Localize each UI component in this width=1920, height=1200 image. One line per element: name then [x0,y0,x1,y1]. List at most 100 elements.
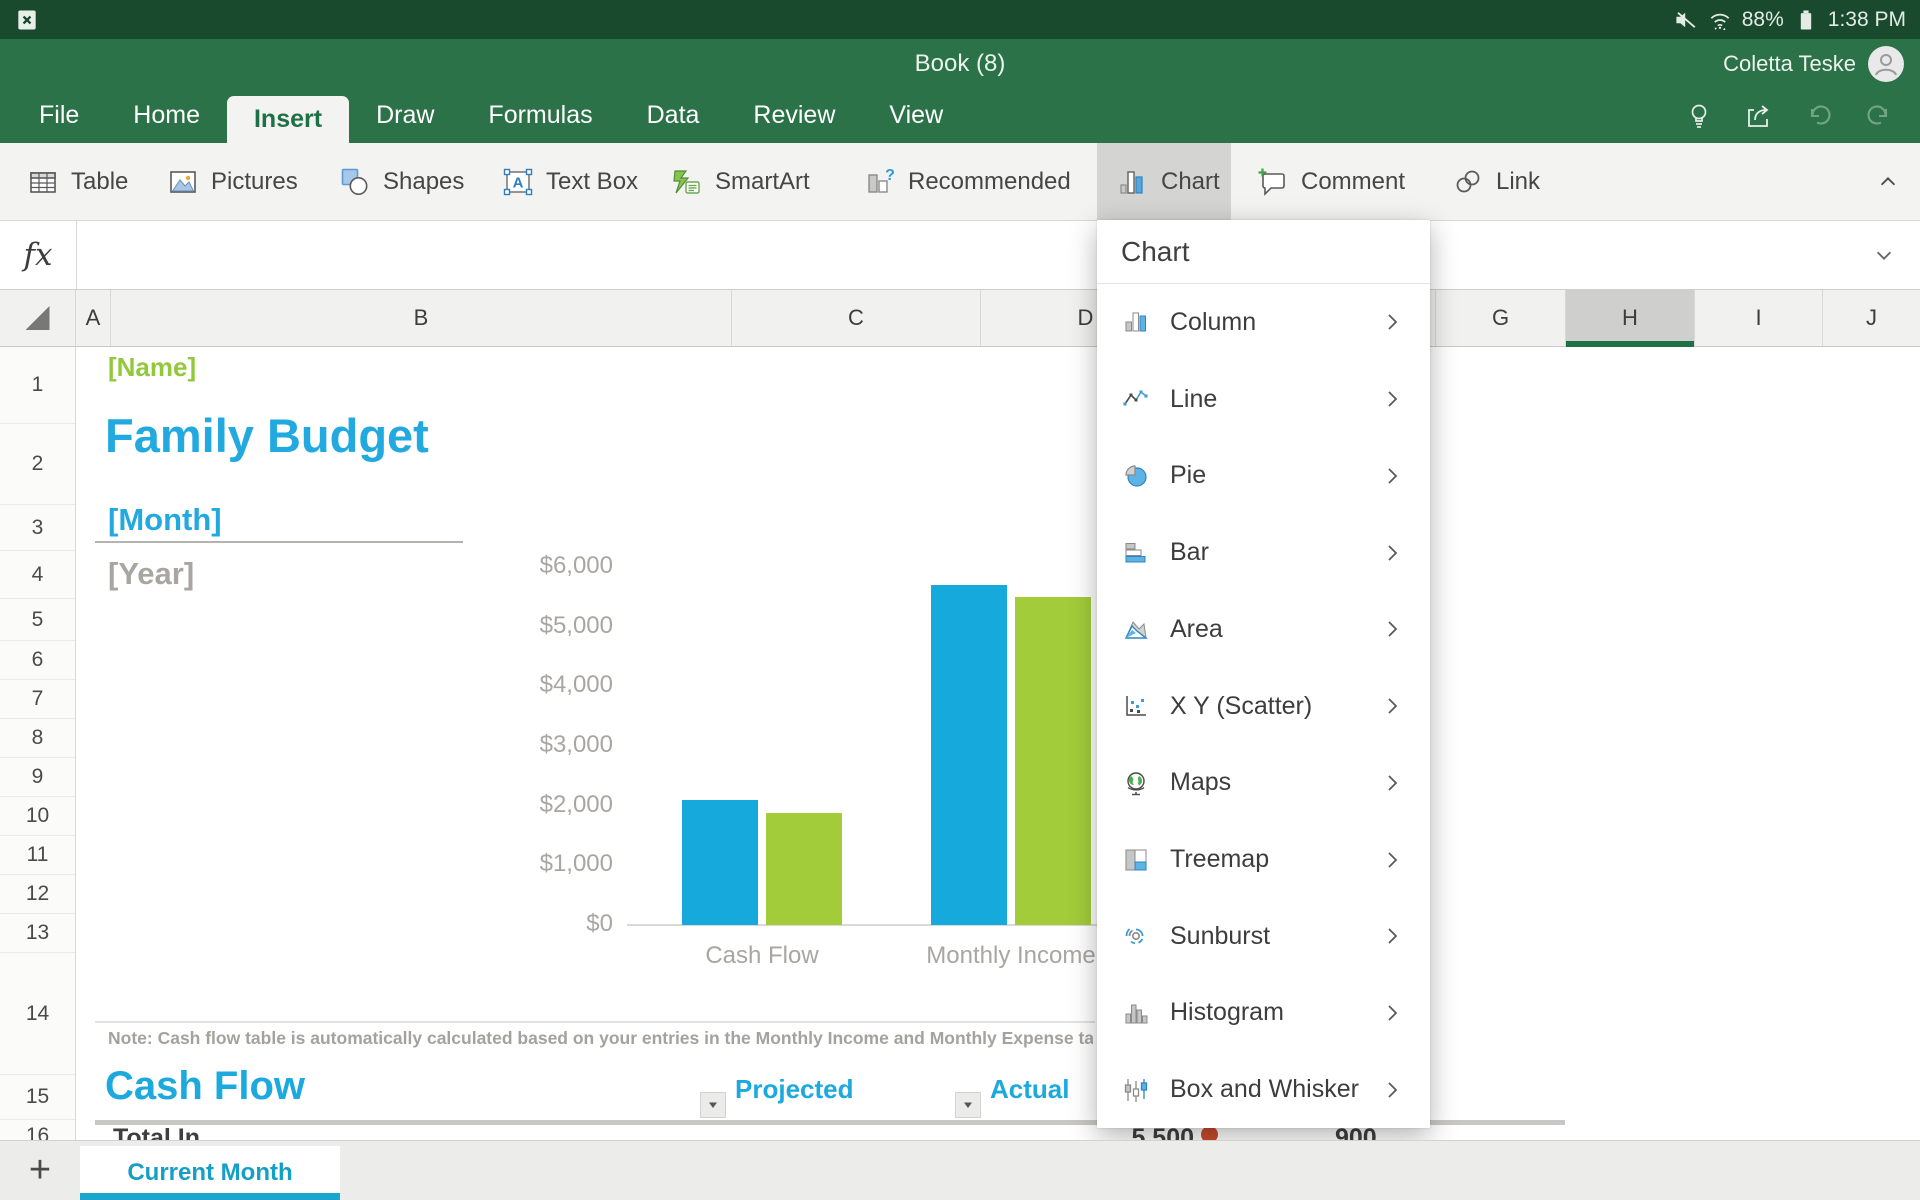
maps-chart-icon [1123,770,1149,796]
chevron-right-icon [1380,1001,1404,1025]
pie-chart-icon [1123,463,1149,489]
chart-ytick-label: $4,000 [463,671,613,699]
cell-projected-header[interactable]: Projected [735,1074,854,1105]
chevron-right-icon [1380,310,1404,334]
chart-ytick-label: $3,000 [463,731,613,759]
row-header-3[interactable]: 3 [0,505,75,551]
sheet-tab-label: Current Month [127,1159,292,1187]
chart-menu-item-label: Maps [1170,768,1231,797]
row-header-10[interactable]: 10 [0,797,75,836]
histogram-chart-icon [1123,1000,1149,1026]
row-header-9[interactable]: 9 [0,758,75,797]
chart-category-label: Cash Flow [705,942,818,970]
cell-note[interactable]: Note: Cash flow table is automatically c… [108,1028,1093,1049]
chart-menu-item-bar[interactable]: Bar [1097,514,1430,591]
column-header-A[interactable]: A [76,290,111,346]
chart-menu-item-label: Treemap [1170,845,1269,874]
cell-month-placeholder[interactable]: [Month] [108,502,222,538]
cell-name-placeholder[interactable]: [Name] [108,352,196,383]
chart-menu-item-label: X Y (Scatter) [1170,692,1312,721]
chart-menu-item-maps[interactable]: Maps [1097,744,1430,821]
chart-ytick-label: $6,000 [463,552,613,580]
row-header-4[interactable]: 4 [0,551,75,599]
column-header-I[interactable]: I [1695,290,1823,346]
chart-category-label: Monthly Income [926,942,1095,970]
column-header-J[interactable]: J [1823,290,1920,346]
excel-app-window: 88% 1:38 PM Book (8) Coletta Teske FileH… [0,0,1920,1200]
chart-menu-item-pie[interactable]: Pie [1097,437,1430,514]
bar-chart-icon [1123,540,1149,566]
chevron-right-icon [1380,924,1404,948]
row-header-6[interactable]: 6 [0,641,75,680]
chart-menu-item-label: Line [1170,385,1217,414]
boxwhisker-chart-icon [1123,1077,1149,1103]
chevron-right-icon [1380,541,1404,565]
row-header-8[interactable]: 8 [0,719,75,758]
scatter-chart-icon [1123,693,1149,719]
filter-dropdown-icon [962,1099,974,1111]
chart-menu-item-label: Box and Whisker [1170,1075,1359,1104]
row-header-12[interactable]: 12 [0,875,75,914]
chevron-right-icon [1380,617,1404,641]
column-header-G[interactable]: G [1436,290,1566,346]
line-chart-icon [1123,386,1149,412]
chart-ytick-label: $5,000 [463,612,613,640]
sheet-content: [Name] Family Budget [Month] [Year] $0 $1… [0,0,1920,1200]
chevron-right-icon [1380,1078,1404,1102]
projected-filter-button[interactable] [700,1092,726,1118]
chart-menu-item-treemap[interactable]: Treemap [1097,821,1430,898]
chart-menu-item-x-y-scatter[interactable]: X Y (Scatter) [1097,668,1430,745]
chart-bar-projected-cash-flow [682,800,758,925]
sheet-tab-current-month[interactable]: Current Month [80,1146,340,1200]
row-header-13[interactable]: 13 [0,914,75,953]
chart-menu-item-area[interactable]: Area [1097,591,1430,668]
cell-total-income-partial: Total In [113,1124,200,1140]
cell-sheet-title[interactable]: Family Budget [105,408,429,463]
chevron-right-icon [1380,464,1404,488]
cell-actual-header[interactable]: Actual [990,1074,1069,1105]
add-sheet-button[interactable]: + [18,1141,62,1200]
column-chart-icon [1123,309,1149,335]
chart-menu-item-label: Column [1170,308,1256,337]
treemap-chart-icon [1123,847,1149,873]
chart-bar-actual-monthly-income [1015,597,1091,925]
sheet-tab-bar: + Current Month [0,1140,1920,1200]
chevron-right-icon [1380,771,1404,795]
row-header-5[interactable]: 5 [0,599,75,641]
area-chart-icon [1123,616,1149,642]
chart-ytick-label: $1,000 [463,850,613,878]
chart-bar-projected-monthly-income [931,585,1007,925]
chevron-right-icon [1380,387,1404,411]
sunburst-chart-icon [1123,923,1149,949]
filter-dropdown-icon [707,1099,719,1111]
row-header-1[interactable]: 1 [0,347,75,424]
chart-type-menu: Chart ColumnLinePieBarAreaX Y (Scatter)M… [1097,220,1430,1128]
row-header-14[interactable]: 14 [0,953,75,1075]
chart-menu-item-sunburst[interactable]: Sunburst [1097,898,1430,975]
row-header-2[interactable]: 2 [0,424,75,505]
column-header-C[interactable]: C [732,290,981,346]
chart-menu-item-box-and-whisker[interactable]: Box and Whisker [1097,1051,1430,1128]
cell-cash-flow-heading[interactable]: Cash Flow [105,1064,305,1109]
row-header-11[interactable]: 11 [0,836,75,875]
chart-ytick-label: $0 [463,910,613,938]
column-headers: ABCDEFGHIJ [0,290,1920,347]
chart-menu-item-label: Area [1170,615,1223,644]
row-header-7[interactable]: 7 [0,680,75,719]
cell-year-placeholder[interactable]: [Year] [108,556,194,592]
select-all-button[interactable] [0,290,76,346]
actual-filter-button[interactable] [955,1092,981,1118]
chart-menu-item-label: Bar [1170,538,1209,567]
chevron-right-icon [1380,694,1404,718]
chart-menu-item-label: Pie [1170,461,1206,490]
column-header-H[interactable]: H [1566,290,1695,346]
chart-menu-item-histogram[interactable]: Histogram [1097,975,1430,1052]
chart-menu-item-line[interactable]: Line [1097,361,1430,438]
row-header-15[interactable]: 15 [0,1075,75,1120]
alert-dot-icon [1201,1126,1218,1140]
row-header-16[interactable]: 16 [0,1120,75,1140]
chart-bar-actual-cash-flow [766,813,842,925]
chart-ytick-label: $2,000 [463,791,613,819]
column-header-B[interactable]: B [111,290,732,346]
chart-menu-item-column[interactable]: Column [1097,284,1430,361]
